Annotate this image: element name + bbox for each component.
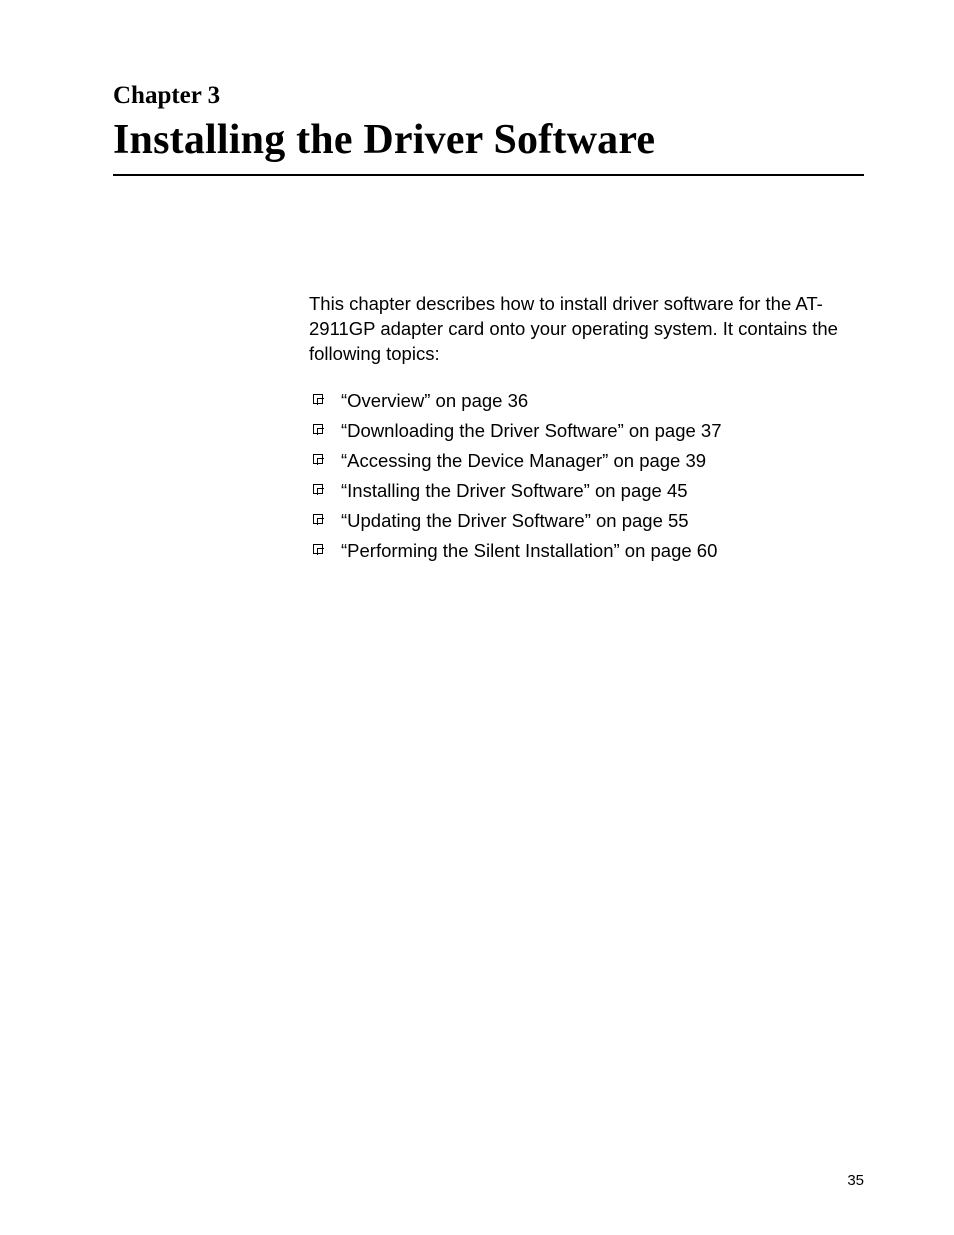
- chapter-title: Installing the Driver Software: [113, 116, 864, 176]
- topic-text: “Installing the Driver Software” on page…: [341, 479, 688, 503]
- bullet-icon: [313, 484, 323, 494]
- bullet-icon: [313, 454, 323, 464]
- bullet-icon: [313, 424, 323, 434]
- list-item: “Accessing the Device Manager” on page 3…: [309, 449, 864, 473]
- intro-block: This chapter describes how to install dr…: [309, 292, 864, 563]
- list-item: “Overview” on page 36: [309, 389, 864, 413]
- bullet-icon: [313, 544, 323, 554]
- list-item: “Updating the Driver Software” on page 5…: [309, 509, 864, 533]
- topic-text: “Performing the Silent Installation” on …: [341, 539, 717, 563]
- topic-text: “Downloading the Driver Software” on pag…: [341, 419, 722, 443]
- list-item: “Performing the Silent Installation” on …: [309, 539, 864, 563]
- topic-text: “Updating the Driver Software” on page 5…: [341, 509, 689, 533]
- topic-list: “Overview” on page 36 “Downloading the D…: [309, 389, 864, 563]
- list-item: “Installing the Driver Software” on page…: [309, 479, 864, 503]
- bullet-icon: [313, 394, 323, 404]
- list-item: “Downloading the Driver Software” on pag…: [309, 419, 864, 443]
- chapter-label: Chapter 3: [113, 82, 864, 110]
- intro-paragraph: This chapter describes how to install dr…: [309, 292, 864, 367]
- topic-text: “Overview” on page 36: [341, 389, 528, 413]
- page-number: 35: [847, 1172, 864, 1189]
- page-container: Chapter 3 Installing the Driver Software…: [0, 0, 954, 563]
- bullet-icon: [313, 514, 323, 524]
- topic-text: “Accessing the Device Manager” on page 3…: [341, 449, 706, 473]
